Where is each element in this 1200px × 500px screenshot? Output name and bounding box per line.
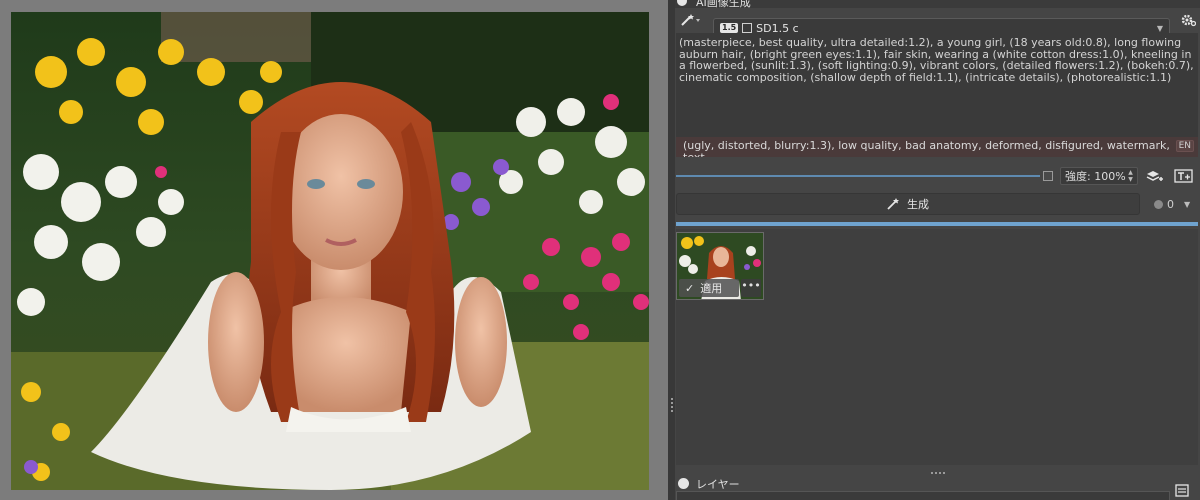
docker-title: AI画像生成: [696, 0, 751, 8]
strength-slider-track: [676, 175, 1040, 177]
history-thumbnail[interactable]: ✓ 適用 •••: [676, 232, 764, 300]
queue-button[interactable]: 0 ▼: [1148, 193, 1200, 215]
spin-arrows-icon[interactable]: ▲ ▼: [1126, 169, 1135, 183]
checkmark-icon: ✓: [685, 281, 695, 295]
text-prompt-button[interactable]: [1173, 166, 1195, 186]
strength-slider[interactable]: [676, 169, 1053, 185]
generate-button[interactable]: 生成: [676, 193, 1140, 215]
layer-list-icon: [1175, 484, 1189, 497]
ai-image-docker: AI画像生成 1.5 SD1.5 c ▼ (masterpiece, best …: [675, 0, 1200, 500]
text-add-icon: [1174, 169, 1193, 183]
docker-lock-icon[interactable]: [678, 478, 689, 489]
queue-status-icon: [1154, 199, 1163, 209]
splitter-grip-icon[interactable]: [671, 398, 673, 414]
prompt-textarea[interactable]: (masterpiece, best quality, ultra detail…: [676, 33, 1198, 137]
workspace-mode-button[interactable]: [677, 10, 705, 30]
docker-title-bar: AI画像生成: [675, 0, 1200, 8]
chevron-down-icon: ▼: [1184, 199, 1191, 209]
layer-properties-button[interactable]: [1175, 483, 1189, 497]
magic-wand-icon: [681, 14, 700, 26]
language-badge[interactable]: EN: [1175, 140, 1194, 152]
control-layer-button[interactable]: [1144, 166, 1166, 186]
generation-toolbar: 1.5 SD1.5 c ▼: [675, 9, 1200, 38]
layers-title: レイヤー: [696, 478, 740, 491]
model-arch-badge: 1.5: [720, 23, 739, 33]
negative-prompt-textarea[interactable]: (ugly, distorted, blurry:1.3), low quali…: [676, 137, 1198, 157]
history-panel: ✓ 適用 •••: [676, 229, 1198, 465]
chevron-down-icon: ▼: [1156, 24, 1163, 33]
progress-bar: [676, 222, 1198, 226]
generate-label: 生成: [907, 198, 929, 211]
generated-image[interactable]: [11, 12, 649, 490]
canvas-area[interactable]: [0, 0, 668, 500]
settings-button[interactable]: [1178, 10, 1198, 30]
gear-icon: [1181, 14, 1196, 27]
magic-wand-icon: [887, 198, 899, 210]
negative-prompt-text: (ugly, distorted, blurry:1.3), low quali…: [683, 139, 1170, 157]
layer-blend-select[interactable]: [676, 491, 1170, 500]
strength-value: 強度: 100%: [1065, 170, 1126, 183]
docker-lock-icon[interactable]: [677, 0, 687, 6]
strength-slider-handle[interactable]: [1043, 171, 1053, 181]
strength-spinbox[interactable]: 強度: 100% ▲ ▼: [1060, 167, 1138, 185]
queue-count: 0: [1167, 197, 1174, 211]
more-options-button[interactable]: •••: [741, 279, 761, 297]
docker-resize-grip-icon[interactable]: [931, 472, 947, 474]
apply-label: 適用: [700, 282, 723, 295]
layers-docker-title: レイヤー: [675, 476, 1200, 491]
model-status-icon: [742, 23, 753, 33]
layers-add-icon: [1146, 171, 1163, 181]
apply-button[interactable]: ✓ 適用: [679, 279, 739, 297]
panel-splitter[interactable]: [668, 0, 675, 500]
